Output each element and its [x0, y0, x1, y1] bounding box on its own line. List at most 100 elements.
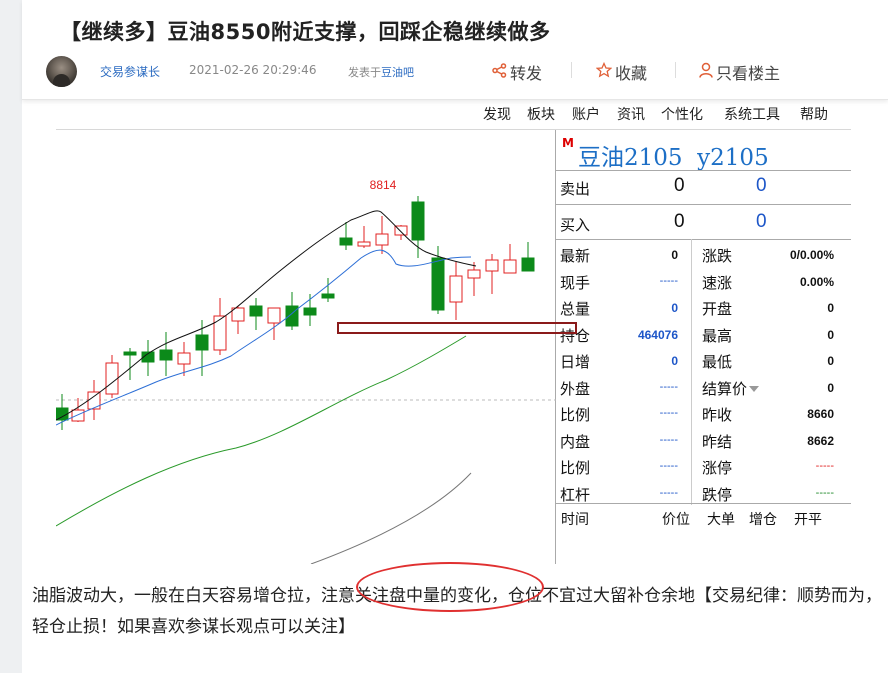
- quote-value-left: -----: [659, 460, 678, 472]
- forum-link[interactable]: 豆油吧: [381, 66, 414, 79]
- quote-value-right: 0: [827, 327, 834, 342]
- quote-label-text: 速涨: [702, 273, 733, 292]
- contract-title: M 豆油2105 y2105: [556, 136, 851, 171]
- candle-body: [503, 259, 517, 274]
- favorite-label: 收藏: [615, 64, 648, 83]
- ma-mid-line: [56, 249, 472, 426]
- quote-label-text: 最高: [702, 326, 733, 345]
- quote-label-right[interactable]: 结算价: [702, 378, 760, 399]
- tick-header-oi-change: 增仓: [749, 512, 777, 528]
- post-title: 【继续多】豆油8550附近支撑，回踩企稳继续做多: [60, 20, 551, 44]
- quote-label-right: 最低: [702, 351, 732, 372]
- candle: [159, 332, 173, 376]
- quote-value-right: 8660: [807, 407, 834, 421]
- share-label: 转发: [510, 64, 543, 83]
- candle-body: [285, 305, 299, 327]
- divider: [556, 239, 851, 240]
- candle: [123, 348, 137, 380]
- divider: [556, 204, 851, 205]
- contract-name: 豆油2105: [578, 145, 683, 171]
- quote-label-right: 昨结: [702, 431, 732, 452]
- tick-header-big-order: 大单: [707, 512, 735, 528]
- quote-panel: M 豆油2105 y2105 卖出 0 0 买入 0 0 最新 0 现手 ----- 总…: [556, 130, 851, 564]
- avatar[interactable]: [46, 56, 77, 87]
- posted-in: 发表于豆油吧: [348, 64, 414, 80]
- menu-item-discover: 发现: [483, 107, 511, 123]
- candle-body: [411, 201, 425, 241]
- quote-value-left: -----: [659, 486, 678, 499]
- quote-label-left: 日增: [560, 353, 591, 371]
- candle: [503, 244, 517, 274]
- quote-label-right: 涨跌: [702, 245, 732, 266]
- candles: [56, 196, 535, 430]
- support-zone-box: [337, 322, 577, 334]
- embedded-terminal-screenshot: 发现 板块 账户 资讯 个性化 系统工具 帮助 8814 M 豆油2105 y2…: [56, 100, 851, 564]
- divider: [556, 503, 851, 504]
- quote-label-left: 比例: [560, 459, 591, 477]
- sell-price: 0: [674, 175, 685, 196]
- candle: [141, 340, 155, 376]
- share-button[interactable]: 转发: [492, 60, 542, 84]
- market-marker: M: [562, 136, 574, 150]
- quote-value-left: -----: [659, 433, 678, 446]
- ma-longest-line: [310, 472, 472, 564]
- star-icon: [595, 61, 613, 82]
- quote-label-left: 内盘: [560, 432, 591, 451]
- quote-label-text: 结算价: [702, 379, 748, 398]
- candlestick-chart-svg: 8814: [56, 178, 556, 564]
- quote-label-left: 杠杆: [560, 485, 591, 504]
- favorite-button[interactable]: 收藏: [595, 60, 648, 84]
- candle-body: [195, 334, 209, 351]
- candle-body: [303, 307, 317, 316]
- candle-body: [267, 307, 281, 324]
- candle: [105, 355, 119, 398]
- user-icon: [699, 62, 713, 82]
- highlight-circle: [356, 562, 544, 612]
- quote-value-right: 0: [827, 301, 834, 315]
- high-price-label: 8814: [370, 178, 397, 192]
- quote-label-text: 跌停: [702, 485, 733, 504]
- author-link[interactable]: 交易参谋长: [100, 63, 160, 80]
- tick-header-time: 时间: [561, 512, 589, 528]
- candle-body: [467, 269, 481, 279]
- quote-value-left: -----: [659, 380, 678, 393]
- candle-body: [177, 352, 191, 365]
- quote-label-right: 速涨: [702, 272, 732, 293]
- quote-value-left: -----: [659, 274, 678, 287]
- quote-label-right: 昨收: [702, 404, 732, 425]
- menu-item-account: 账户: [572, 107, 600, 123]
- quote-value-right: -----: [815, 486, 834, 499]
- candle-body: [431, 257, 445, 311]
- only-op-label: 只看楼主: [716, 64, 781, 83]
- only-op-button[interactable]: 只看楼主: [699, 60, 780, 84]
- divider: [675, 62, 676, 78]
- menu-item-personalize: 个性化: [661, 107, 703, 123]
- candle-body: [485, 259, 499, 272]
- candle-body: [339, 237, 353, 246]
- quote-value-right: 0/0.00%: [789, 248, 834, 262]
- candle-body: [449, 275, 463, 303]
- candle-body: [123, 351, 137, 356]
- quote-label-text: 最低: [702, 353, 733, 371]
- quote-label-left: 最新: [560, 247, 591, 265]
- quote-label-text: 涨跌: [702, 247, 733, 265]
- post-content: 发现 板块 账户 资讯 个性化 系统工具 帮助 8814 M 豆油2105 y2…: [22, 100, 888, 673]
- quote-value-right: 0: [827, 354, 834, 368]
- quote-label-right: 跌停: [702, 484, 732, 505]
- candle-body: [357, 241, 371, 247]
- candle-body: [321, 293, 335, 299]
- quote-label-right: 开盘: [702, 298, 732, 319]
- terminal-menubar: 发现 板块 账户 资讯 个性化 系统工具 帮助: [56, 100, 851, 130]
- quote-label-left: 比例: [560, 406, 591, 424]
- contract-code: y2105: [697, 145, 769, 171]
- sell-volume: 0: [756, 175, 767, 196]
- candle-body: [105, 362, 119, 395]
- quote-value-right: 8662: [807, 433, 834, 448]
- candle: [449, 262, 463, 320]
- candle-body: [249, 305, 263, 317]
- candle: [249, 298, 263, 330]
- candlestick-chart: 8814: [56, 130, 556, 564]
- quote-value-left: 464076: [637, 327, 678, 342]
- candle-body: [375, 233, 389, 246]
- post-header: 【继续多】豆油8550附近支撑，回踩企稳继续做多 交易参谋长 2021-02-2…: [22, 0, 888, 100]
